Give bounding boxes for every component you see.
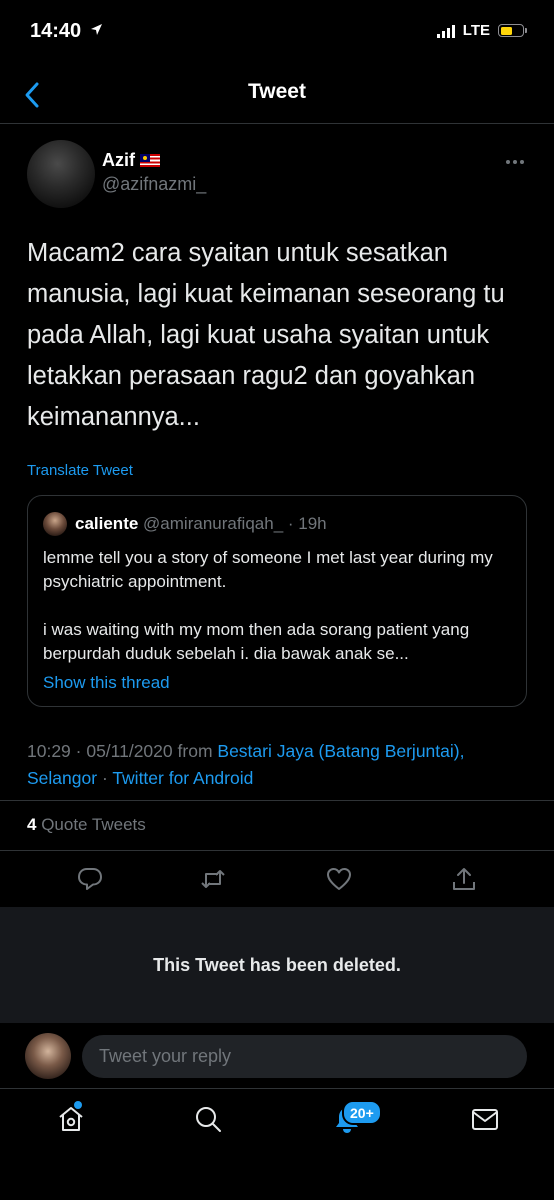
author-name[interactable]: Azif [102, 150, 160, 171]
home-icon[interactable] [56, 1104, 86, 1134]
quoted-text-paragraph: lemme tell you a story of someone I met … [43, 548, 493, 591]
tweet-text: Macam2 cara syaitan untuk sesatkan manus… [27, 239, 505, 431]
tweet-actions [0, 865, 554, 895]
quoted-author-avatar [43, 512, 67, 536]
status-indicators: LTE [436, 22, 527, 39]
quoted-author-handle: @amiranurafiqah_ [143, 514, 284, 533]
share-icon[interactable] [450, 865, 478, 893]
search-icon[interactable] [193, 1104, 223, 1134]
quote-tweets-count[interactable]: 4 Quote Tweets [27, 815, 146, 835]
quoted-text-paragraph: i was waiting with my mom then ada soran… [43, 620, 470, 663]
home-new-dot [74, 1101, 82, 1109]
author-avatar[interactable] [27, 140, 95, 208]
tweet-timestamp: 10:29 · 05/11/2020 [27, 741, 173, 761]
messages-icon[interactable] [470, 1104, 500, 1134]
quoted-tweet[interactable]: caliente @amiranurafiqah_ · 19h lemme te… [27, 495, 527, 707]
client-link[interactable]: Twitter for Android [112, 768, 253, 788]
quote-count-label: Quote Tweets [41, 815, 146, 834]
composer-divider [0, 1088, 554, 1089]
more-options-icon[interactable] [506, 160, 524, 164]
location-arrow-icon [90, 24, 102, 35]
meta-divider [0, 800, 554, 801]
like-icon[interactable] [325, 865, 353, 893]
battery-icon [498, 24, 527, 37]
quoted-tweet-time: · 19h [287, 514, 327, 533]
counts-divider [0, 850, 554, 851]
malaysia-flag-icon [140, 154, 160, 167]
quoted-tweet-header: caliente @amiranurafiqah_ · 19h [75, 514, 327, 534]
reply-input[interactable]: Tweet your reply [82, 1035, 527, 1078]
status-time: 14:40 [30, 20, 103, 43]
network-label: LTE [462, 22, 490, 39]
quoted-author-name: caliente [75, 514, 139, 533]
reply-icon[interactable] [76, 865, 104, 893]
author-handle[interactable]: @azifnazmi_ [102, 174, 206, 195]
notifications-badge: 20+ [342, 1100, 382, 1125]
meta-separator: · [101, 768, 108, 788]
quote-count-number: 4 [27, 815, 37, 834]
deleted-tweet-notice: This Tweet has been deleted. [0, 907, 554, 1023]
retweet-icon[interactable] [199, 865, 227, 893]
tweet-meta: 10:29 · 05/11/2020 from Bestari Jaya (Ba… [27, 738, 527, 792]
translate-tweet-link[interactable]: Translate Tweet [27, 462, 133, 479]
show-thread-link[interactable]: Show this thread [43, 673, 170, 693]
from-label: from [177, 741, 213, 761]
quoted-tweet-text: lemme tell you a story of someone I met … [43, 546, 513, 666]
header-divider [0, 123, 554, 124]
signal-icon [436, 24, 455, 38]
page-title: Tweet [248, 80, 306, 103]
user-avatar[interactable] [25, 1033, 71, 1079]
